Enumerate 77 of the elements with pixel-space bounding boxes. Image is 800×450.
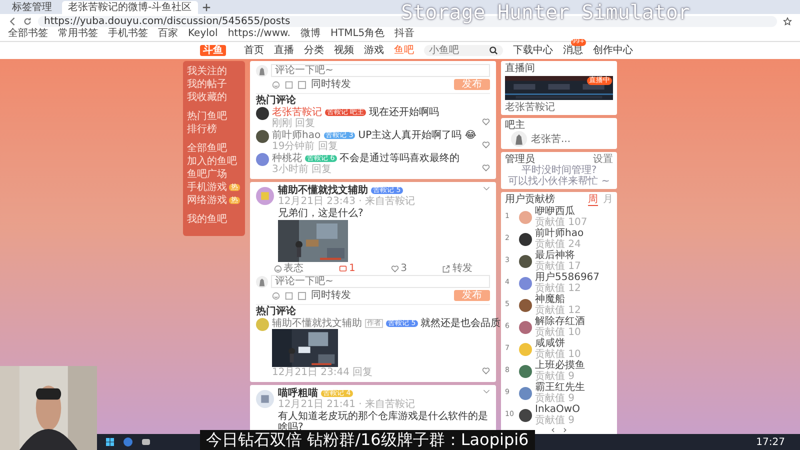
nav-link[interactable]: 首页 <box>244 45 264 56</box>
header-tool-link[interactable]: 下载中心 <box>513 45 553 56</box>
user-name[interactable]: 神魔船 <box>535 294 613 305</box>
pager-button[interactable]: › <box>563 426 567 434</box>
section-title: 热门评论 <box>256 95 297 106</box>
comment-text: UP主这人真开始啊了吗 😂 <box>358 130 476 141</box>
author-name[interactable]: 辅助不懂就找文辅助 <box>278 185 368 196</box>
post-time: 12月21日 21:41 · 来自苦鞍记 <box>278 399 416 410</box>
clock-text: 17:27 <box>756 436 785 448</box>
user-name[interactable]: 前叶师hao <box>272 130 321 141</box>
contribution-value: 贡献值 10 <box>535 349 582 360</box>
card-title: 直播间 <box>505 63 536 74</box>
settings-link[interactable]: 设置 <box>593 154 613 165</box>
contribution-value: 贡献值 12 <box>535 305 581 316</box>
hint-text: 平时没时间管理? <box>521 165 597 176</box>
contribution-value: 贡献值 9 <box>535 371 575 382</box>
checkbox-label[interactable]: 同时转发 <box>311 290 351 301</box>
user-name[interactable]: InkaOwO <box>535 404 613 415</box>
post-text: 兄弟们，这是什么? <box>277 207 364 220</box>
comment-field[interactable]: 评论一下吧~ <box>271 275 490 288</box>
stream-subtitle: 今日钻石双倍 钻粉群/16级牌子群：Laopipi6 <box>200 430 535 450</box>
post-time: 12月21日 23:43 · 来自苦鞍记 <box>278 196 416 207</box>
user-name[interactable]: 咸咸饼 <box>535 338 613 349</box>
period-tab[interactable]: 周 <box>588 194 598 206</box>
bookmark-item[interactable]: HTML5角色 <box>330 28 385 41</box>
contribution-value: 贡献值 24 <box>535 239 582 250</box>
contribution-value: 贡献值 10 <box>535 327 582 338</box>
bookmark-item[interactable]: 微博 <box>300 28 320 41</box>
user-name[interactable]: 老张苦... <box>531 134 571 144</box>
bookmark-item[interactable]: https://www. <box>228 28 290 41</box>
comment-meta: 12月21日 23:44 回复 <box>272 367 373 378</box>
card-title: 管理员 <box>505 154 535 165</box>
comment-text: 不会是通过等吗喜欢最终的 <box>340 153 460 164</box>
bookmark-item[interactable]: 常用书签 <box>58 28 98 41</box>
user-name[interactable]: 咿咿西瓜 <box>535 206 613 217</box>
comment-meta: 刚刚 回复 <box>272 118 316 129</box>
contribution-value: 贡献值 12 <box>535 283 582 294</box>
contribution-value: 贡献值 107 <box>535 217 588 228</box>
comment-meta: 3小时前 回复 <box>272 164 332 175</box>
user-name[interactable]: 最后神将 <box>535 250 613 261</box>
post-action-button[interactable]: 表态 <box>274 263 304 274</box>
contribution-value: 贡献值 9 <box>535 393 576 404</box>
user-name[interactable]: 用户5586967 <box>535 272 613 283</box>
user-name[interactable]: 辅助不懂就找文辅助 <box>272 318 362 329</box>
user-name[interactable]: 老张苦鞍记 <box>272 107 322 118</box>
section-title: 热门评论 <box>256 306 297 317</box>
post-action-button[interactable]: 转发 <box>442 263 472 274</box>
checkbox-label[interactable]: 同时转发 <box>311 79 351 90</box>
nav-link[interactable]: 视频 <box>334 45 354 56</box>
user-name[interactable]: 上班必摸鱼 <box>535 360 613 371</box>
comment-text: 现在还开始啊吗 <box>369 107 440 118</box>
browser-tab[interactable]: 标签管理 <box>6 0 58 14</box>
nav-link[interactable]: 游戏 <box>364 45 384 56</box>
search-field[interactable]: 小鱼吧 <box>424 45 503 56</box>
nav-link[interactable]: 直播 <box>274 45 294 56</box>
comment-text: 就然还是也会品质 <box>420 318 501 329</box>
header-tool-link[interactable]: 创作中心 <box>593 45 633 56</box>
stream-caption[interactable]: 老张苦鞍记 <box>505 102 613 113</box>
bookmark-item[interactable]: 手机书签 <box>108 28 148 41</box>
contribution-value: 贡献值 9 <box>535 415 576 426</box>
nav-link[interactable]: 分类 <box>304 45 324 56</box>
post-action-button[interactable]: 3 <box>390 263 408 274</box>
post-action-button[interactable]: 1 <box>338 263 356 274</box>
hint-text: 可以找小伙伴来帮忙 ~ <box>507 176 611 187</box>
comment-field[interactable]: 评论一下吧~ <box>271 64 490 77</box>
browser-tab[interactable]: 老张苦鞍记的微博-斗鱼社区 <box>62 0 198 14</box>
bookmark-item[interactable]: Keylol <box>188 28 218 41</box>
card-title: 吧主 <box>505 120 526 131</box>
comment-meta: 19分钟前 回复 <box>272 141 338 152</box>
author-name[interactable]: 喵呼粗喵 <box>278 388 318 399</box>
user-name[interactable]: 种桃花 <box>272 153 302 164</box>
user-name[interactable]: 解除存红酒 <box>535 316 613 327</box>
pager-button[interactable]: ‹ <box>551 426 555 434</box>
user-name[interactable]: 前叶师hao <box>535 228 613 239</box>
user-name[interactable]: 霸王红先生 <box>535 382 613 393</box>
card-title: 用户贡献榜 <box>505 194 555 206</box>
contribution-value: 贡献值 17 <box>535 261 582 272</box>
